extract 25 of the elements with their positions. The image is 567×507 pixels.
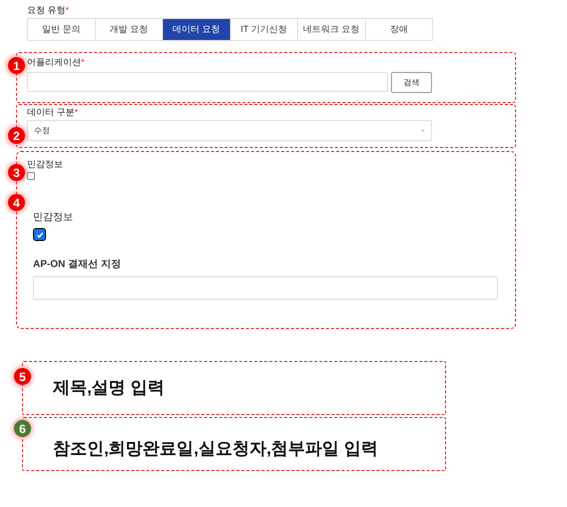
number-badge: 2: [8, 127, 25, 144]
note-text: 제목,설명 입력: [53, 377, 164, 400]
tab[interactable]: 데이터 요청: [162, 19, 230, 40]
field-label: 민감정보: [27, 158, 64, 171]
field-label: 데이터 구분: [27, 106, 75, 119]
field-label: 민감정보: [33, 211, 74, 225]
field-label: 요청 유형: [27, 4, 66, 17]
checkbox[interactable]: [34, 229, 45, 240]
note-text: 참조인,희망완료일,실요청자,첨부파일 입력: [53, 438, 378, 460]
number-badge: 3: [8, 164, 25, 181]
number-badge: 4: [8, 194, 25, 211]
input-field[interactable]: [33, 276, 498, 300]
number-badge: 6: [14, 420, 31, 437]
input-field[interactable]: [27, 72, 388, 92]
required-mark: *: [81, 56, 85, 69]
number-badge: 5: [14, 368, 31, 385]
search-button[interactable]: 검색: [391, 72, 432, 93]
number-badge: 1: [8, 57, 25, 74]
required-mark: *: [66, 4, 70, 17]
field-label: 어플리케이션: [27, 56, 81, 69]
select-field[interactable]: 수정: [27, 120, 432, 141]
required-mark: *: [74, 106, 78, 119]
field-label: AP-ON 결재선 지정: [33, 258, 122, 272]
caret-icon: [421, 130, 425, 132]
checkbox[interactable]: [27, 172, 35, 180]
